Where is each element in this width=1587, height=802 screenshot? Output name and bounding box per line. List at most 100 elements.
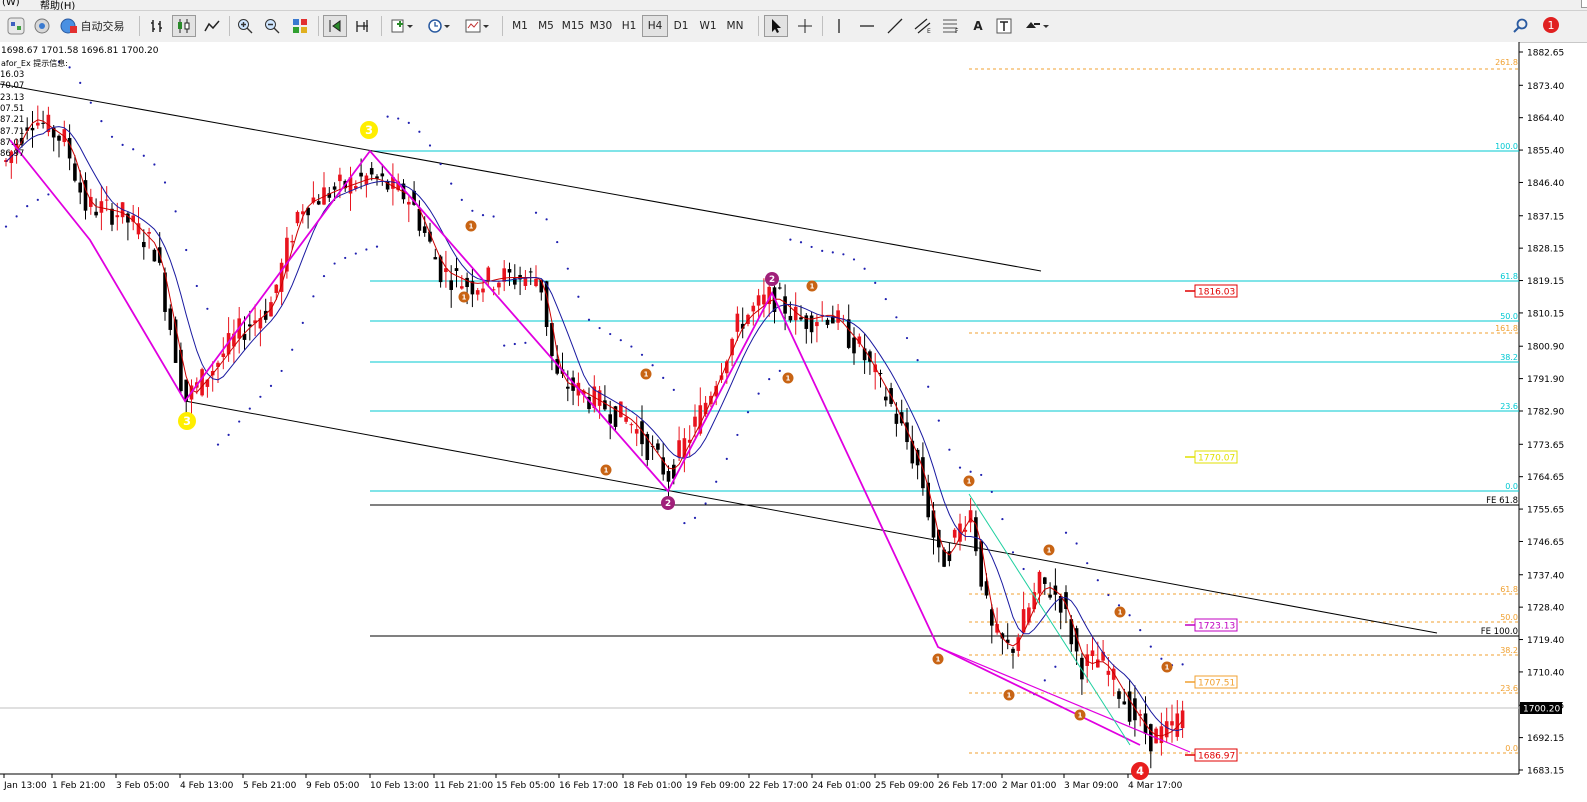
candle-body [115,215,120,218]
indicators-dropdown[interactable] [386,15,418,37]
menu-item-help[interactable]: 帮助(H) [40,0,75,10]
candle-body [1048,594,1052,598]
price-tick-label: 1755.65 [1527,506,1564,516]
sar-dot [513,342,516,346]
sar-dot [15,215,18,218]
timeframe-m15[interactable]: M15 [560,15,586,37]
candle-body [475,290,480,295]
timeframe-d1[interactable]: D1 [668,15,694,37]
fib-level-label: 261.8 [1495,58,1518,67]
indicator-value: 87.21 [0,115,25,126]
sar-dot [1096,579,1099,582]
sar-dot [375,245,379,248]
price-tick-label: 1810.15 [1527,309,1564,319]
sar-dot [397,117,400,120]
candle-body [979,541,983,587]
zoom-in-icon[interactable] [233,15,257,37]
candle-body [778,287,782,289]
sar-dot [619,339,622,342]
notification-badge[interactable]: 1 [1537,15,1563,37]
timeframe-mn[interactable]: MN [722,15,748,37]
horizontal-line-icon[interactable] [856,15,878,37]
periods-dropdown[interactable] [423,15,455,37]
sar-dot [683,521,686,525]
sar-dot [280,369,283,373]
market-watch-icon[interactable] [30,15,54,37]
bar-chart-icon[interactable] [146,15,168,37]
navigator-icon[interactable] [4,15,28,37]
price-tick-label: 1719.40 [1527,636,1564,646]
sar-dot [481,214,485,217]
cursor-icon[interactable] [764,15,788,37]
candle-body [1043,577,1047,584]
fib-ext-label: 61.8 [1500,585,1518,594]
sar-dot [439,162,442,166]
chart-shift-icon[interactable] [351,15,375,37]
close-icon[interactable]: ✕ [1581,0,1587,8]
equidistant-channel-icon[interactable]: E [911,15,935,37]
candle-body [624,417,628,422]
timeframe-m1[interactable]: M1 [507,15,533,37]
zoom-out-icon[interactable] [260,15,284,37]
sar-dot [68,66,71,69]
candle-body [1122,701,1127,705]
time-tick-label: 16 Feb 17:00 [559,781,618,791]
candle-body [1149,724,1153,752]
candlestick-icon[interactable] [172,15,196,37]
menu-item-window[interactable]: (W) [2,0,20,8]
sar-dot [174,210,177,213]
search-icon[interactable] [1510,15,1532,37]
sar-dot [842,253,845,256]
candle-body [1037,571,1042,594]
crosshair-icon[interactable] [793,15,817,37]
sar-dot [132,148,135,151]
time-tick-label: 11 Feb 21:00 [434,781,493,791]
sar-dot [524,341,527,344]
line-chart-icon[interactable] [200,15,224,37]
trendline-icon[interactable] [884,15,906,37]
price-chart[interactable]: 1882.65 1873.40 1864.40 1855.40 1846.40 1837.… [0,42,1587,798]
fib-level-label: 23.6 [1500,402,1518,411]
fib-ext-label: 38.2 [1500,646,1518,655]
vertical-line-icon[interactable] [828,15,850,37]
time-tick-label: 2 Mar 01:00 [1002,781,1057,791]
sar-dot [301,321,304,324]
candle-body [666,471,671,482]
sar-dot [630,345,633,348]
text-label-icon[interactable] [993,15,1015,37]
chart-window[interactable]: 1882.65 1873.40 1864.40 1855.40 1846.40 1837.… [0,42,1587,798]
auto-scroll-icon[interactable] [323,15,347,37]
sar-dot [471,209,474,212]
candle-body [78,182,82,193]
sar-dot [291,348,294,351]
candle-body [30,127,35,131]
timeframe-h1[interactable]: H1 [616,15,642,37]
wave1-badge-label: 1 [1047,546,1052,554]
arrows-dropdown[interactable] [1020,15,1054,37]
sar-dot [704,502,707,505]
price-tick-label: 1782.90 [1527,408,1564,418]
timeframe-m30[interactable]: M30 [588,15,614,37]
sar-dot [598,326,601,330]
text-tool-icon[interactable]: A [967,15,989,37]
timeframe-h4[interactable]: H4 [642,15,668,37]
sar-dot [492,215,495,218]
fib-ext-label: 0.0 [1505,744,1518,753]
timeframe-m5[interactable]: M5 [533,15,559,37]
autotrade-button[interactable]: 自动交易 [57,15,127,37]
candle-body [502,268,506,282]
tile-windows-icon[interactable] [288,15,312,37]
sar-dot [980,473,983,477]
sar-dot [609,332,612,336]
sar-dot [587,318,591,321]
timeframe-w1[interactable]: W1 [695,15,721,37]
time-tick-label: 4 Mar 17:00 [1128,781,1183,791]
time-tick-label: 5 Feb 21:00 [243,781,297,791]
candle-body [497,282,501,288]
wave1-badge-label: 1 [786,374,791,382]
sar-dot [534,211,538,214]
templates-dropdown[interactable] [460,15,494,37]
price-tick-label: 1828.15 [1527,245,1564,255]
candle-body [544,281,549,328]
fibonacci-icon[interactable]: F [939,15,963,37]
